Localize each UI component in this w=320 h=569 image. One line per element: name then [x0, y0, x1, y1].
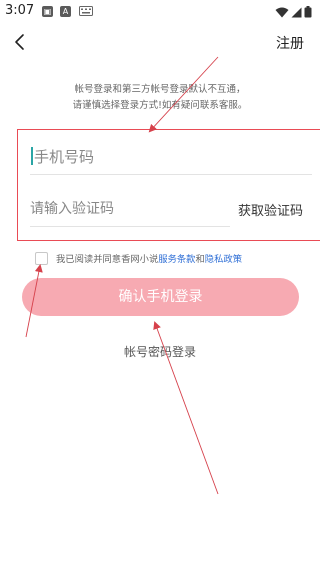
agreement-checkbox[interactable] [35, 251, 48, 265]
login-notice: 帐号登录和第三方帐号登录默认不互通， 请谨慎选择登录方式!如有疑问联系客服。 [0, 82, 320, 114]
get-code-button[interactable]: 获取验证码 [238, 200, 303, 219]
register-link[interactable]: 注册 [276, 33, 304, 53]
notice-line-1: 帐号登录和第三方帐号登录默认不互通， [74, 84, 246, 95]
agreement-connector: 和 [195, 254, 205, 265]
status-time: 3:07 [5, 3, 35, 18]
notice-line-2: 请谨慎选择登录方式!如有疑问联系客服。 [72, 100, 248, 111]
battery-icon [304, 6, 312, 18]
password-login-link[interactable]: 帐号密码登录 [0, 343, 320, 360]
confirm-phone-login-button[interactable]: 确认手机登录 [22, 278, 299, 316]
terms-link[interactable]: 服务条款 [158, 251, 195, 265]
code-row [30, 192, 230, 227]
nav-bar: 注册 [0, 26, 320, 62]
wifi-icon [275, 7, 289, 17]
privacy-link[interactable]: 隐私政策 [205, 251, 242, 265]
agreement-text: 我已阅读并同意香网小说 [56, 254, 159, 265]
login-form: 获取验证码 [17, 129, 320, 241]
signal-icon [291, 7, 302, 17]
keyboard-icon [79, 6, 93, 16]
a-notification-icon: A [60, 6, 71, 17]
app-notification-icon: ▣ [42, 6, 53, 17]
text-cursor [31, 147, 33, 165]
chevron-left-icon[interactable] [8, 30, 32, 54]
agreement-row: 我已阅读并同意香网小说 服务条款 和 隐私政策 [35, 250, 305, 266]
status-bar: 3:07 ▣ A [0, 0, 320, 24]
verification-code-input[interactable] [30, 194, 230, 224]
phone-input[interactable] [34, 142, 304, 172]
phone-row [30, 140, 312, 175]
